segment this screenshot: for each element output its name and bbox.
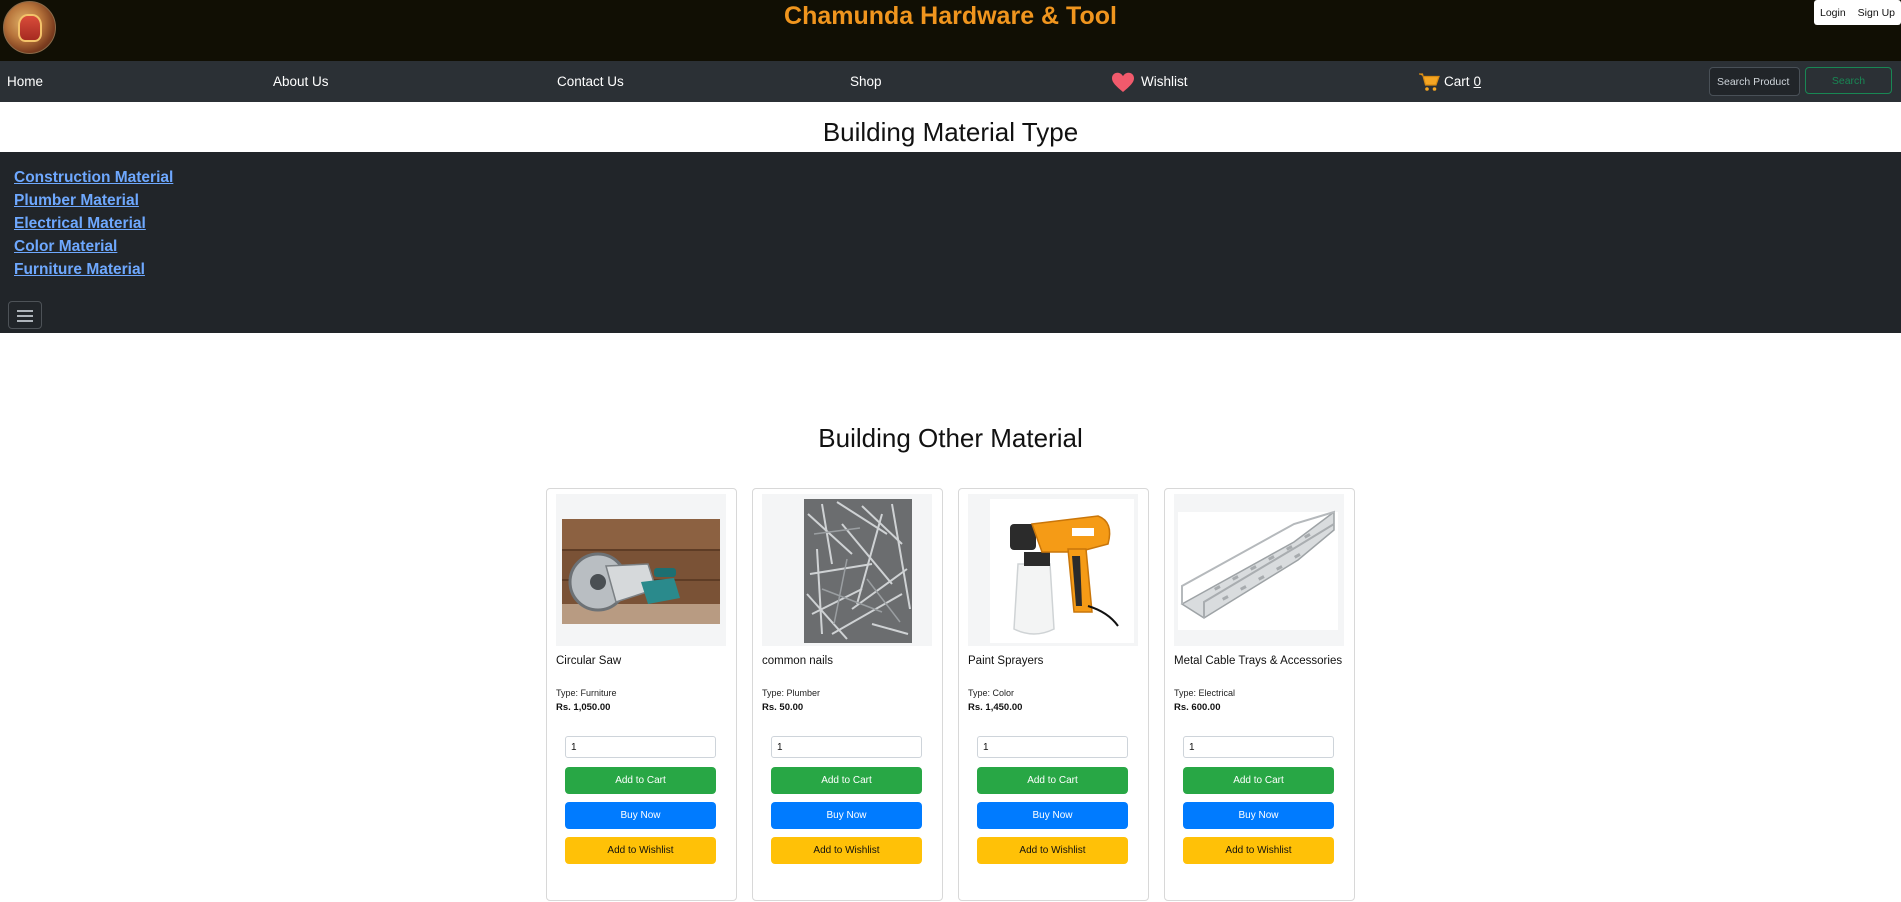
material-type-panel: Construction Material Plumber Material E… — [0, 152, 1901, 333]
search-input[interactable] — [1709, 67, 1800, 96]
nails-image[interactable] — [762, 494, 932, 646]
list-item: Electrical Material — [14, 212, 173, 235]
product-name[interactable]: common nails — [762, 655, 833, 667]
quantity-input[interactable] — [565, 736, 716, 758]
paint-sprayer-picture — [990, 499, 1134, 643]
product-type: Type: Plumber — [762, 688, 821, 698]
quantity-input[interactable] — [1183, 736, 1334, 758]
product-name[interactable]: Metal Cable Trays & Accessories — [1174, 655, 1342, 667]
nav-contact-us[interactable]: Contact Us — [557, 61, 624, 102]
list-item: Plumber Material — [14, 189, 173, 212]
color-material-link[interactable]: Color Material — [14, 238, 117, 255]
cable-tray-picture — [1178, 510, 1338, 630]
product-card: common nails Type: Plumber Rs. 50.00 Add… — [752, 488, 943, 901]
heart-icon — [1112, 72, 1134, 92]
product-price: Rs. 1,450.00 — [968, 702, 1023, 713]
auth-box: Login Sign Up — [1814, 0, 1901, 25]
add-to-cart-button[interactable]: Add to Cart — [1183, 767, 1334, 794]
add-to-wishlist-button[interactable]: Add to Wishlist — [771, 837, 922, 864]
other-material-heading: Building Other Material — [818, 423, 1083, 453]
buy-now-button[interactable]: Buy Now — [977, 802, 1128, 829]
nav-wishlist-label: Wishlist — [1141, 74, 1188, 89]
nav-wishlist[interactable]: Wishlist — [1111, 61, 1188, 102]
material-type-heading: Building Material Type — [822, 117, 1079, 147]
quantity-input[interactable] — [771, 736, 922, 758]
buy-now-button[interactable]: Buy Now — [1183, 802, 1334, 829]
product-price: Rs. 600.00 — [1174, 702, 1221, 713]
list-item: Color Material — [14, 235, 173, 258]
quantity-input[interactable] — [977, 736, 1128, 758]
product-type: Type: Furniture — [556, 688, 617, 698]
nav-cart-label: Cart — [1444, 74, 1470, 89]
product-card: Metal Cable Trays & Accessories Type: El… — [1164, 488, 1355, 901]
cart-icon — [1419, 73, 1440, 92]
construction-material-link[interactable]: Construction Material — [14, 169, 173, 186]
signup-link[interactable]: Sign Up — [1858, 7, 1895, 19]
nav-home[interactable]: Home — [7, 61, 43, 102]
product-type: Type: Electrical — [1174, 688, 1236, 698]
search-button[interactable]: Search — [1805, 67, 1892, 94]
electrical-material-link[interactable]: Electrical Material — [14, 215, 146, 232]
product-name[interactable]: Circular Saw — [556, 655, 621, 667]
add-to-wishlist-button[interactable]: Add to Wishlist — [977, 837, 1128, 864]
nav-cart[interactable]: Cart 0 — [1418, 61, 1481, 102]
cart-count-badge[interactable]: 0 — [1474, 74, 1482, 89]
nav-about-us[interactable]: About Us — [273, 61, 329, 102]
list-item: Furniture Material — [14, 258, 173, 281]
menu-toggle-button[interactable] — [8, 301, 42, 329]
paint-sprayer-image[interactable] — [968, 494, 1138, 646]
circular-saw-image[interactable] — [556, 494, 726, 646]
site-title: Chamunda Hardware & Tool — [784, 2, 1117, 30]
list-item: Construction Material — [14, 166, 173, 189]
main-navbar: Home About Us Contact Us Shop Wishlist C… — [0, 61, 1901, 102]
product-price: Rs. 1,050.00 — [556, 702, 611, 713]
add-to-wishlist-button[interactable]: Add to Wishlist — [1183, 837, 1334, 864]
circular-saw-picture — [562, 519, 720, 624]
product-card: Paint Sprayers Type: Color Rs. 1,450.00 … — [958, 488, 1149, 901]
add-to-cart-button[interactable]: Add to Cart — [977, 767, 1128, 794]
add-to-wishlist-button[interactable]: Add to Wishlist — [565, 837, 716, 864]
buy-now-button[interactable]: Buy Now — [565, 802, 716, 829]
add-to-cart-button[interactable]: Add to Cart — [565, 767, 716, 794]
nails-picture — [804, 499, 912, 643]
product-price: Rs. 50.00 — [762, 702, 804, 713]
top-header: Chamunda Hardware & Tool Login Sign Up — [0, 0, 1901, 61]
furniture-material-link[interactable]: Furniture Material — [14, 261, 145, 278]
add-to-cart-button[interactable]: Add to Cart — [771, 767, 922, 794]
product-card: Circular Saw Type: Furniture Rs. 1,050.0… — [546, 488, 737, 901]
plumber-material-link[interactable]: Plumber Material — [14, 192, 139, 209]
login-link[interactable]: Login — [1820, 7, 1846, 19]
cable-tray-image[interactable] — [1174, 494, 1344, 646]
product-type: Type: Color — [968, 688, 1015, 698]
nav-shop[interactable]: Shop — [850, 61, 882, 102]
buy-now-button[interactable]: Buy Now — [771, 802, 922, 829]
product-name[interactable]: Paint Sprayers — [968, 655, 1043, 667]
material-type-list: Construction Material Plumber Material E… — [14, 166, 173, 281]
